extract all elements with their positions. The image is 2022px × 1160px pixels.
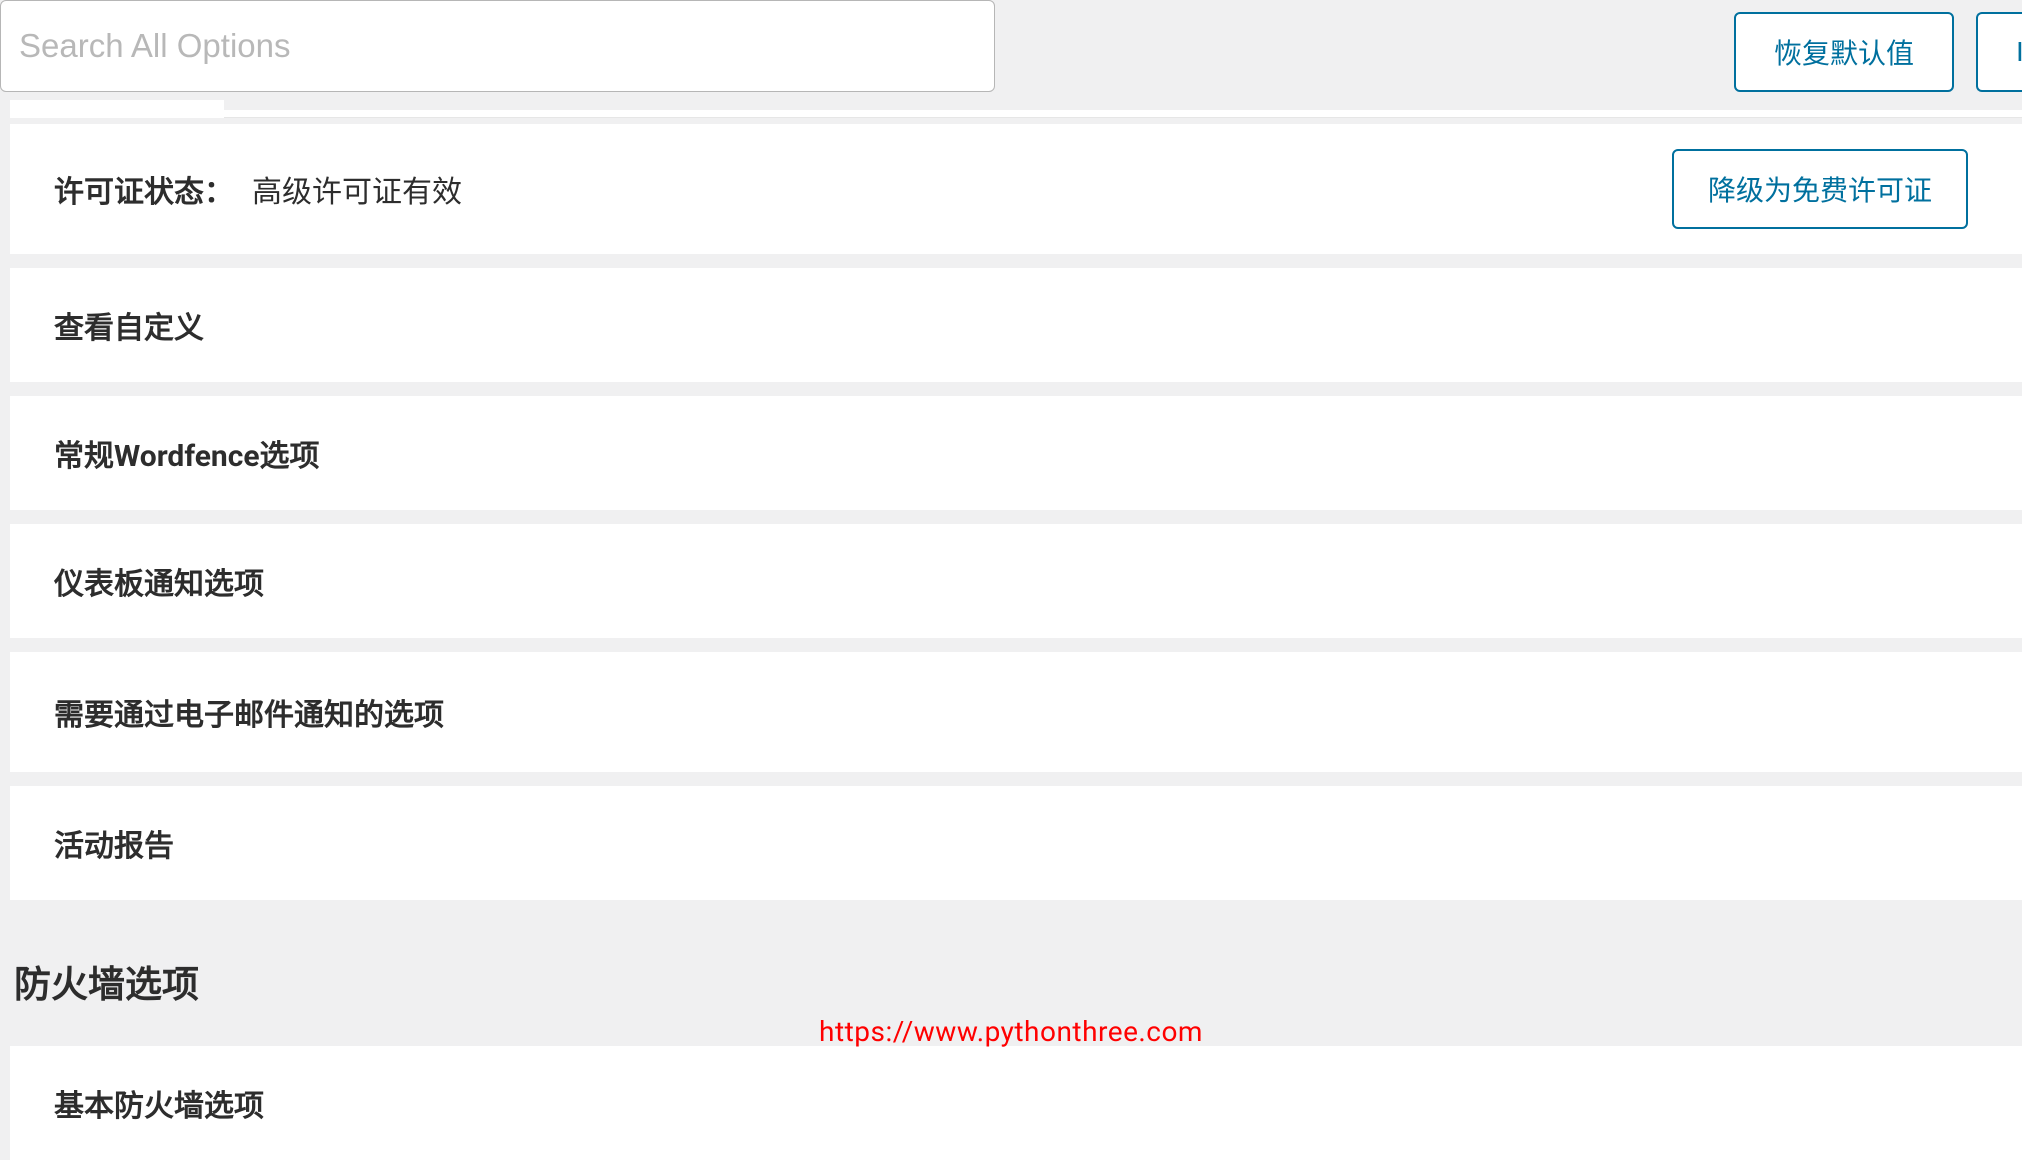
license-row: 许可证状态： 高级许可证有效 降级为免费许可证 bbox=[10, 124, 2022, 254]
panel-activity-report[interactable]: 活动报告 bbox=[10, 786, 2022, 900]
watermark-url: https://www.pythonthree.com bbox=[819, 1015, 1203, 1048]
panel-label: 仪表板通知选项 bbox=[54, 559, 264, 603]
top-buttons: 恢复默认值 I bbox=[1734, 12, 2022, 92]
search-input[interactable] bbox=[0, 0, 995, 92]
restore-defaults-button[interactable]: 恢复默认值 bbox=[1734, 12, 1954, 92]
panel-label: 查看自定义 bbox=[54, 303, 204, 347]
panel-label: 常规Wordfence选项 bbox=[54, 431, 320, 475]
partial-button[interactable]: I bbox=[1976, 12, 2022, 92]
license-left: 许可证状态： 高级许可证有效 bbox=[54, 167, 462, 211]
search-wrap bbox=[0, 0, 995, 92]
license-status-label: 许可证状态： bbox=[54, 167, 234, 211]
license-status-value: 高级许可证有效 bbox=[252, 167, 462, 211]
tab-strip bbox=[224, 110, 2022, 118]
firewall-options-heading: 防火墙选项 bbox=[10, 900, 2022, 1032]
panel-label: 基本防火墙选项 bbox=[54, 1081, 264, 1125]
panel-email-alert-preferences[interactable]: 需要通过电子邮件通知的选项 bbox=[10, 652, 2022, 772]
panel-label: 活动报告 bbox=[54, 821, 174, 865]
panel-view-customizations[interactable]: 查看自定义 bbox=[10, 268, 2022, 382]
top-bar: 恢复默认值 I bbox=[0, 0, 2022, 100]
panel-dashboard-notification-options[interactable]: 仪表板通知选项 bbox=[10, 524, 2022, 638]
panel-label: 需要通过电子邮件通知的选项 bbox=[54, 690, 444, 734]
panel-general-wordfence-options[interactable]: 常规Wordfence选项 bbox=[10, 396, 2022, 510]
active-tab-remnant bbox=[10, 100, 224, 118]
downgrade-license-button[interactable]: 降级为免费许可证 bbox=[1672, 149, 1968, 229]
content-area: 许可证状态： 高级许可证有效 降级为免费许可证 查看自定义 常规Wordfenc… bbox=[0, 124, 2022, 1160]
panel-basic-firewall-options[interactable]: 基本防火墙选项 bbox=[10, 1046, 2022, 1160]
